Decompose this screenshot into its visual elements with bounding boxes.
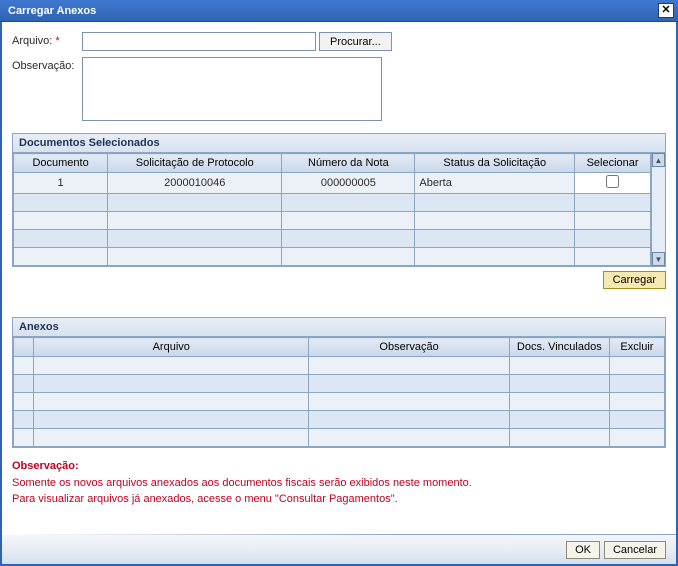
col-status[interactable]: Status da Solicitação <box>415 154 575 173</box>
col-gutter <box>14 338 34 357</box>
table-row <box>14 248 651 266</box>
cell-documento: 1 <box>14 173 108 194</box>
col-excluir[interactable]: Excluir <box>609 338 664 357</box>
required-asterisk: * <box>55 35 59 47</box>
observacao-notice: Observação: Somente os novos arquivos an… <box>12 458 666 508</box>
observacao-label: Observação: <box>12 57 82 72</box>
carregar-button[interactable]: Carregar <box>603 271 666 289</box>
table-scrollbar[interactable]: ▲ ▼ <box>651 153 665 266</box>
table-row <box>14 411 665 429</box>
ok-button[interactable]: OK <box>566 541 600 559</box>
dialog-body: Arquivo:* Procurar... Observação: Docume… <box>0 22 678 566</box>
obs-heading: Observação: <box>12 458 666 475</box>
table-row <box>14 393 665 411</box>
col-documento[interactable]: Documento <box>14 154 108 173</box>
table-row[interactable]: 1 2000010046 000000005 Aberta <box>14 173 651 194</box>
table-row <box>14 429 665 447</box>
table-row <box>14 230 651 248</box>
scroll-up-icon[interactable]: ▲ <box>652 153 665 167</box>
dialog-footer: OK Cancelar <box>2 534 676 564</box>
cell-status: Aberta <box>415 173 575 194</box>
row-observacao: Observação: <box>12 57 666 121</box>
cell-numero: 000000005 <box>282 173 415 194</box>
table-row <box>14 357 665 375</box>
dialog-titlebar: Carregar Anexos ✕ <box>0 0 678 22</box>
arquivo-label: Arquivo:* <box>12 32 82 47</box>
panel-title-documentos: Documentos Selecionados <box>13 134 665 153</box>
arquivo-label-text: Arquivo: <box>12 35 52 47</box>
panel-title-anexos: Anexos <box>13 318 665 337</box>
cancel-button[interactable]: Cancelar <box>604 541 666 559</box>
dialog-title: Carregar Anexos <box>8 5 96 17</box>
row-select-checkbox[interactable] <box>606 175 619 188</box>
arquivo-input[interactable] <box>82 32 316 51</box>
table-row <box>14 194 651 212</box>
observacao-textarea[interactable] <box>82 57 382 121</box>
cell-solicitacao: 2000010046 <box>108 173 282 194</box>
obs-line1: Somente os novos arquivos anexados aos d… <box>12 475 666 492</box>
table-row <box>14 212 651 230</box>
col-arquivo[interactable]: Arquivo <box>34 338 309 357</box>
obs-line2: Para visualizar arquivos já anexados, ac… <box>12 491 666 508</box>
table-documentos: Documento Solicitação de Protocolo Númer… <box>13 153 651 266</box>
col-docs-vinculados[interactable]: Docs. Vinculados <box>509 338 609 357</box>
cell-selecionar <box>575 173 651 194</box>
panel-documentos-selecionados: Documentos Selecionados Documento Solici… <box>12 133 666 267</box>
browse-button[interactable]: Procurar... <box>319 32 392 51</box>
col-observacao[interactable]: Observação <box>309 338 509 357</box>
col-selecionar[interactable]: Selecionar <box>575 154 651 173</box>
close-icon[interactable]: ✕ <box>658 3 674 18</box>
table-row <box>14 375 665 393</box>
row-arquivo: Arquivo:* Procurar... <box>12 32 666 51</box>
col-solicitacao[interactable]: Solicitação de Protocolo <box>108 154 282 173</box>
scroll-down-icon[interactable]: ▼ <box>652 252 665 266</box>
col-numero[interactable]: Número da Nota <box>282 154 415 173</box>
table-anexos: Arquivo Observação Docs. Vinculados Excl… <box>13 337 665 447</box>
panel-anexos: Anexos Arquivo Observação Docs. Vinculad… <box>12 317 666 448</box>
